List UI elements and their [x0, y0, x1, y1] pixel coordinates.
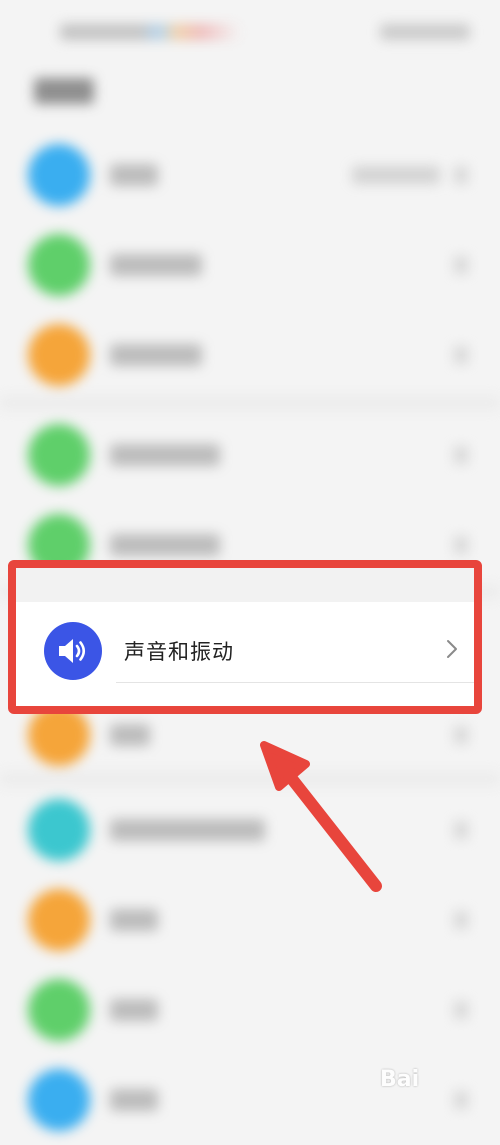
blurred-settings-background	[0, 0, 500, 1131]
chevron-right-icon	[454, 446, 468, 464]
speaker-icon	[44, 622, 102, 680]
chevron-right-icon	[454, 256, 468, 274]
settings-row-label	[110, 1089, 158, 1111]
status-bar	[60, 20, 470, 44]
settings-row-icon	[28, 889, 90, 951]
settings-row-label	[110, 724, 150, 746]
row-divider	[116, 682, 474, 683]
settings-row-icon	[28, 324, 90, 386]
settings-row-icon	[28, 144, 90, 206]
chevron-right-icon	[447, 640, 457, 658]
settings-row-icon	[28, 1069, 90, 1131]
sound-and-vibration-row[interactable]: 声音和振动	[24, 610, 466, 692]
settings-row[interactable]	[0, 220, 500, 310]
chevron-right-icon	[454, 1001, 468, 1019]
status-bar-left	[60, 24, 240, 40]
watermark-logo-text: Bai	[380, 1067, 420, 1092]
settings-row-label	[110, 254, 202, 276]
settings-row[interactable]	[0, 965, 500, 1055]
settings-row-label	[110, 444, 220, 466]
highlight-box: 声音和振动	[8, 560, 482, 714]
settings-row[interactable]	[0, 785, 500, 875]
settings-row[interactable]	[0, 410, 500, 500]
settings-row-value	[352, 166, 440, 184]
settings-row-label	[110, 164, 158, 186]
chevron-right-icon	[454, 726, 468, 744]
settings-row-icon	[28, 979, 90, 1041]
settings-row-label	[110, 534, 220, 556]
settings-row-label	[110, 909, 158, 931]
section-title	[34, 78, 94, 104]
section-divider	[0, 772, 500, 786]
status-bar-right	[380, 24, 470, 40]
settings-row[interactable]	[0, 130, 500, 220]
blurred-strip	[16, 568, 474, 602]
chevron-right-icon	[454, 536, 468, 554]
settings-row-label	[110, 999, 158, 1021]
sound-and-vibration-label: 声音和振动	[124, 640, 234, 664]
chevron-right-icon	[454, 346, 468, 364]
baidu-jingyan-watermark: Bai	[380, 1063, 490, 1105]
settings-row-icon	[28, 234, 90, 296]
chevron-right-icon	[454, 166, 468, 184]
settings-row-icon	[28, 799, 90, 861]
section-divider	[0, 396, 500, 410]
settings-row[interactable]	[0, 875, 500, 965]
settings-row-label	[110, 819, 265, 841]
chevron-right-icon	[454, 911, 468, 929]
settings-row-label	[110, 344, 202, 366]
chevron-right-icon	[454, 821, 468, 839]
settings-row[interactable]	[0, 310, 500, 400]
settings-row-icon	[28, 424, 90, 486]
